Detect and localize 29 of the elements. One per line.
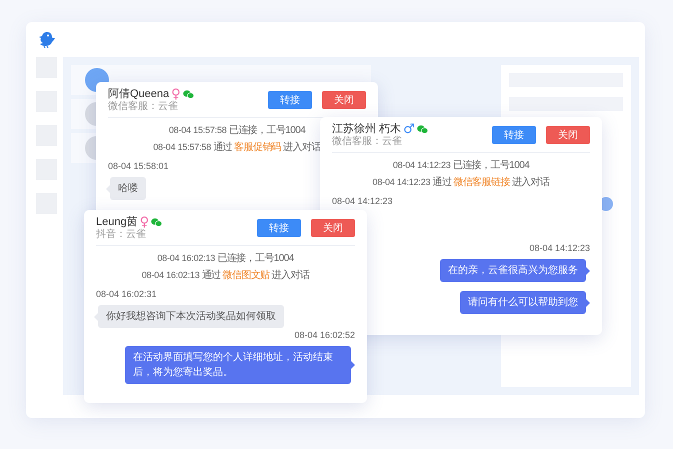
transfer-button[interactable]: 转接 — [492, 126, 536, 144]
close-button[interactable]: 关闭 — [322, 91, 366, 109]
channel-label: 微信客服：云雀 — [332, 136, 403, 148]
chat-bubbles-icon — [182, 90, 194, 99]
message-time: 08-04 16:02:31 — [96, 288, 157, 301]
gender-icon: ♀ — [171, 88, 181, 101]
system-message: 08-04 14:12:23 通过 微信客服链接 进入对话 — [372, 176, 550, 190]
contact-name: Leung茵 — [96, 216, 138, 228]
system-message: 08-04 16:02:13 已连接，工号1004 — [157, 252, 294, 266]
channel-label: 微信客服：云雀 — [108, 101, 179, 113]
bird-logo-icon — [38, 31, 56, 48]
channel-label: 抖音：云雀 — [96, 229, 147, 241]
message-time: 08-04 15:58:01 — [108, 160, 169, 173]
system-message: 08-04 16:02:13 通过 微信图文贴 进入对话 — [142, 268, 310, 283]
gender-icon: ♀ — [140, 216, 150, 229]
message-time: 08-04 14:12:23 — [332, 195, 393, 208]
system-message: 08-04 15:57:58 已连接，工号1004 — [168, 124, 306, 138]
transfer-button[interactable]: 转接 — [268, 91, 312, 109]
gender-icon: ♂ — [403, 123, 415, 136]
system-message: 08-04 14:12:23 已连接，工号1004 — [392, 158, 530, 173]
close-button[interactable]: 关闭 — [311, 219, 355, 237]
chat-bubbles-icon — [416, 125, 428, 134]
contact-name: 江苏徐州 朽木 — [332, 123, 402, 136]
close-button[interactable]: 关闭 — [546, 126, 590, 144]
message-time: 08-04 14:12:23 — [529, 242, 590, 255]
message-time: 08-04 16:02:52 — [294, 329, 355, 342]
transfer-button[interactable]: 转接 — [257, 219, 301, 237]
chat-bubbles-icon — [151, 218, 162, 227]
contact-name: 阿倩Queena — [108, 88, 170, 100]
